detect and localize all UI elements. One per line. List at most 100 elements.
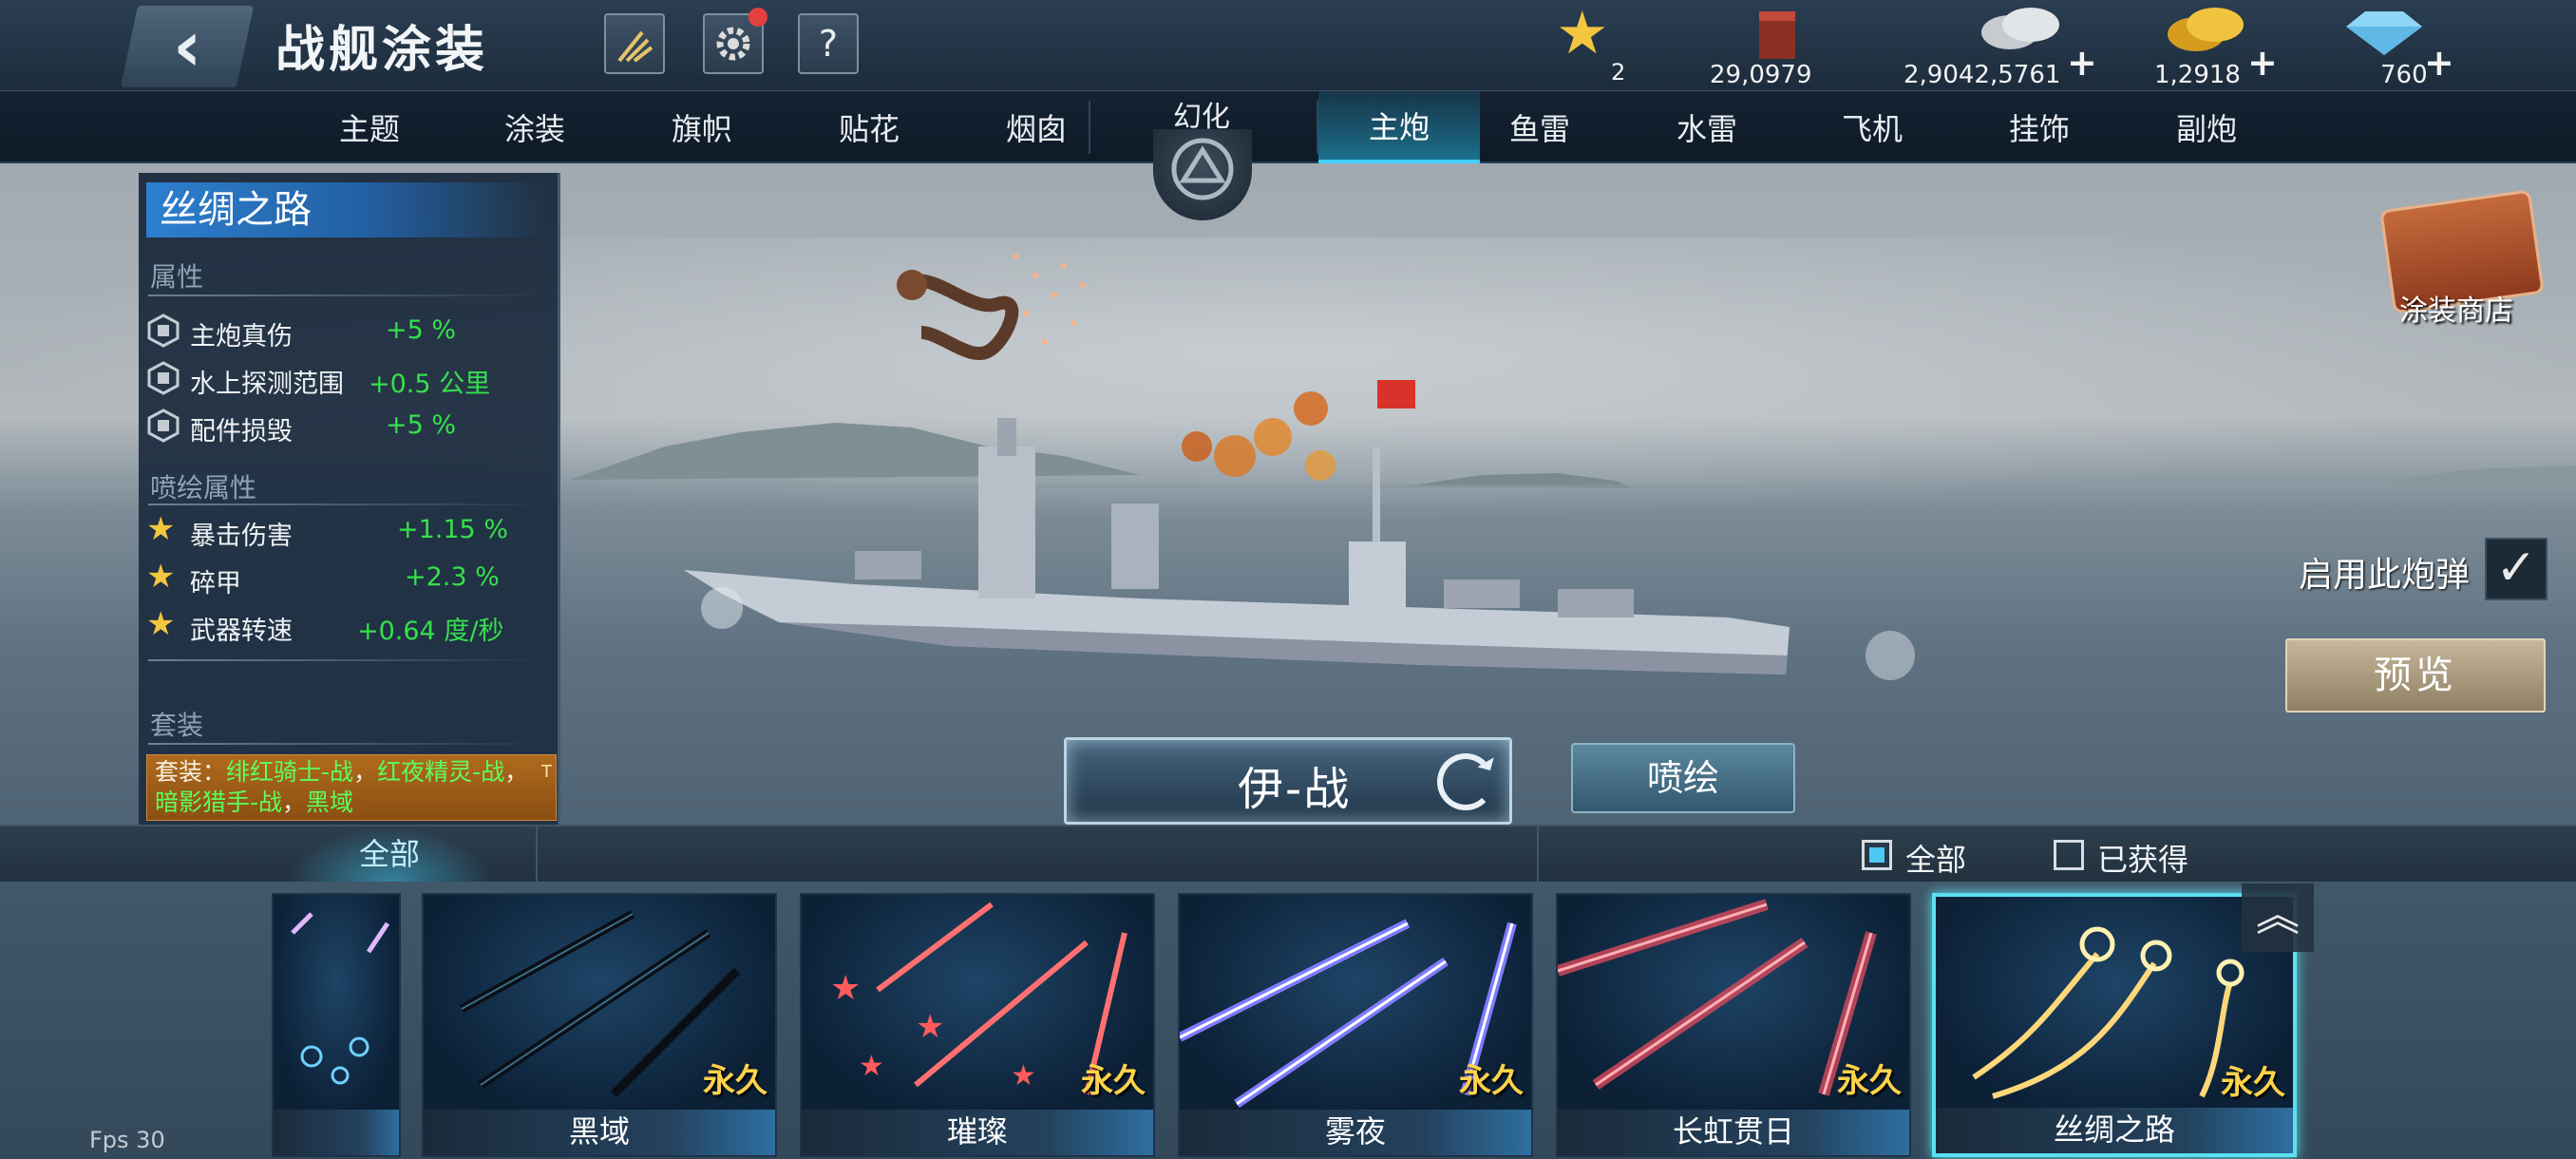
page-title: 战舰涂装 [275,22,489,79]
spray-attributes-header: 喷绘属性 [150,472,257,504]
fireworks [1013,254,1086,345]
paint-bucket-icon [1759,11,1795,59]
star-icon: ★ [146,558,176,596]
add-diamond-button[interactable]: + [2424,42,2454,84]
skin-name: 雾夜 [1180,1110,1531,1155]
preview-button[interactable]: 预览 [2285,638,2546,712]
settings-button[interactable] [703,8,767,74]
ammo-switch-button[interactable]: 伊-战 [1064,737,1512,825]
tab-funnel[interactable]: 烟囱 [956,91,1117,163]
divider [148,743,547,745]
svg-text:★: ★ [859,1050,884,1083]
tab-divider [1089,101,1090,154]
tab-flag[interactable]: 旗帜 [621,91,783,163]
tab-camo[interactable]: 涂装 [454,91,616,163]
paint-resource[interactable]: 29,0979 [1710,4,1881,89]
help-button[interactable]: ? [798,13,859,74]
fireworks-button[interactable] [604,13,665,74]
add-silver-button[interactable]: + [2067,42,2097,84]
tab-secondary-gun[interactable]: 副炮 [2126,91,2287,163]
skin-art [274,895,399,1112]
illusion-tab[interactable]: 幻化 [1149,91,1254,224]
set-tag-icon: T [541,762,552,782]
divider [148,294,547,296]
gold-resource[interactable]: 1,2918 + [2154,4,2287,89]
ship-funnel [1111,504,1159,589]
distant-mountains [570,423,1140,480]
hex-shield-icon [147,361,180,395]
checkmark-icon[interactable]: ✓ [2485,538,2548,600]
attribute-row: 主炮真伤 +5 % [146,310,555,353]
star-icon: ★ [146,510,176,548]
back-arrow-icon: ‹ [172,6,202,87]
tab-mine[interactable]: 水雷 [1626,91,1788,163]
svg-text:★: ★ [830,969,861,1008]
category-tabs: 主题 涂装 旗帜 贴花 烟囱 主炮 鱼雷 水雷 飞机 挂饰 副炮 [0,91,2576,163]
spray-attribute-row: ★ 碎甲 +2.3 % [146,558,500,598]
skin-name: 黑域 [424,1110,775,1155]
checkbox-checked-icon [1862,840,1892,870]
divider [148,504,547,505]
skin-name: 长虹贯日 [1558,1110,1909,1155]
skin-card[interactable]: ★ ★ ★ ★ 永久 璀璨 [800,893,1155,1157]
tab-main-gun[interactable]: 主炮 [1318,91,1480,163]
filter-owned-checkbox[interactable]: 已获得 [2054,838,2206,878]
tab-all[interactable]: 全部 [285,826,494,884]
ship-turret-1 [855,551,921,580]
svg-text:★: ★ [1011,1059,1036,1092]
shop-label: 涂装商店 [2399,294,2513,328]
ship-tower [997,418,1016,456]
skin-card[interactable]: 永久 雾夜 [1178,893,1533,1157]
permanent-badge: 永久 [1459,1062,1524,1100]
tab-aircraft[interactable]: 飞机 [1791,91,1953,163]
spray-attribute-row: ★ 暴击伤害 +1.15 % [146,510,508,551]
camo-shop-button[interactable]: 涂装商店 [2369,189,2549,329]
distant-island-right [2375,466,2576,486]
skin-carousel: 永久 黑域 ★ ★ ★ ★ 永久 璀璨 永久 雾夜 永久 长虹贯日 永久 丝绸之路 [0,882,2576,1159]
ship-bridge [978,446,1035,598]
star-icon: ★ [146,605,176,643]
spray-paint-button[interactable]: 喷绘 [1571,743,1795,813]
illusion-emblem [1153,129,1252,220]
chevron-double-up-icon: ︽ [2256,889,2300,940]
divider [536,826,538,884]
set-header: 套装 [150,710,204,741]
diamond-icon [2346,11,2422,55]
skin-name [274,1110,399,1155]
set-bonus-box: 套装：绯红骑士-战，红夜精灵-战，暗影猎手-战，黑域 T [146,754,557,821]
skin-info-panel: 丝绸之路 属性 主炮真伤 +5 % 水上探测范围 +0.5 公里 配件损毁 +5… [139,173,560,825]
tab-ornament[interactable]: 挂饰 [1959,91,2120,163]
star-icon: ★ [1556,0,1609,67]
back-button[interactable]: ‹ [120,6,255,87]
gear-icon [716,27,750,61]
hex-shield-icon [147,314,180,348]
star-resource[interactable]: ★ 2 [1556,4,1632,89]
tab-theme[interactable]: 主题 [289,91,450,163]
skin-card[interactable]: 永久 黑域 [422,893,777,1157]
skin-title: 丝绸之路 [146,182,545,238]
svg-text:★: ★ [916,1008,944,1046]
ship-turret-2 [1444,580,1520,608]
collapse-button[interactable]: ︽ [2242,884,2314,952]
divider [1537,826,1539,884]
silver-resource[interactable]: 2,9042,5761 + [1904,4,2097,89]
skin-name: 璀璨 [802,1110,1153,1155]
permanent-badge: 永久 [1837,1062,1902,1100]
set-item: 绯红骑士-战 [226,758,354,786]
skin-card-partial[interactable] [272,893,401,1157]
ship-aft-structure [1349,542,1406,608]
add-gold-button[interactable]: + [2247,42,2278,84]
notification-dot [748,8,767,27]
water-splash-right [1866,631,1915,680]
tab-decal[interactable]: 贴花 [788,91,950,163]
silver-coins-icon [1981,8,2059,49]
filter-all-checkbox[interactable]: 全部 [1862,838,1985,878]
diamond-resource[interactable]: 760 + [2337,4,2454,89]
checkbox-empty-icon [2054,840,2084,870]
tab-torpedo[interactable]: 鱼雷 [1459,91,1620,163]
hex-shield-icon [147,408,180,443]
permanent-badge: 永久 [2221,1064,2285,1102]
skin-card[interactable]: 永久 长虹贯日 [1556,893,1911,1157]
fps-counter: Fps 30 [89,1127,165,1153]
fireworks-icon [617,30,653,63]
